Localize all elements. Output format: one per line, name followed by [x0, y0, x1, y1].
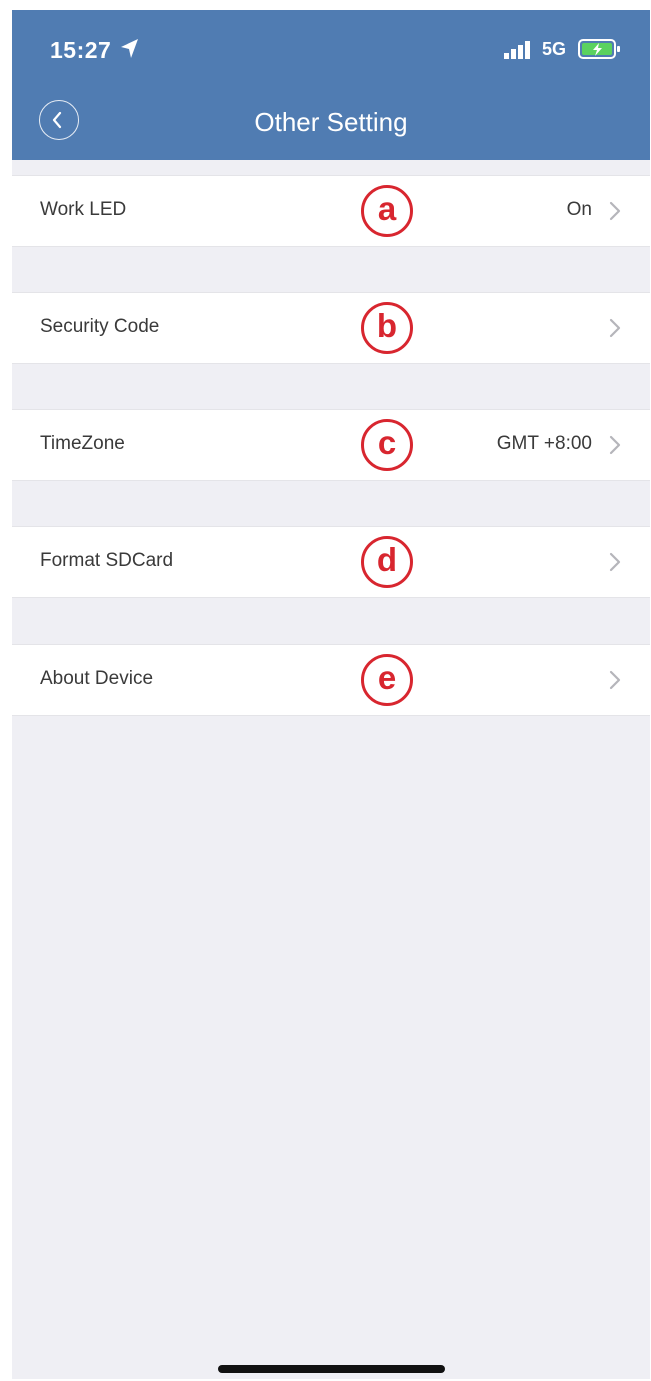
setting-label: About Device: [40, 668, 154, 689]
phone-screen: 15:27 5G Other Setting Work LED a On Sec…: [12, 10, 650, 1379]
chevron-right-icon: [608, 434, 622, 461]
chevron-right-icon: [608, 551, 622, 578]
setting-row-timezone[interactable]: TimeZone c GMT +8:00: [12, 409, 650, 481]
chevron-right-icon: [608, 669, 622, 696]
setting-label: TimeZone: [40, 433, 125, 454]
annotation-marker: d: [361, 536, 413, 588]
chevron-right-icon: [608, 200, 622, 227]
setting-label: Work LED: [40, 199, 127, 220]
annotation-marker: e: [361, 654, 413, 706]
battery-charging-icon: [578, 38, 622, 65]
navigation-header: 15:27 5G Other Setting: [12, 10, 650, 160]
setting-row-format-sdcard[interactable]: Format SDCard d: [12, 526, 650, 598]
network-type: 5G: [542, 39, 567, 59]
page-title: Other Setting: [254, 107, 408, 137]
setting-row-work-led[interactable]: Work LED a On: [12, 175, 650, 247]
annotation-marker: b: [361, 302, 413, 354]
annotation-marker: a: [361, 185, 413, 237]
setting-row-security-code[interactable]: Security Code b: [12, 292, 650, 364]
setting-label: Security Code: [40, 316, 160, 337]
setting-value: On: [566, 199, 592, 220]
setting-value: GMT +8:00: [496, 433, 592, 454]
home-indicator[interactable]: [218, 1365, 445, 1373]
annotation-marker: c: [361, 419, 413, 471]
setting-row-about-device[interactable]: About Device e: [12, 644, 650, 716]
setting-label: Format SDCard: [40, 550, 174, 571]
location-arrow-icon: [120, 38, 140, 65]
status-time: 15:27: [50, 37, 112, 63]
chevron-right-icon: [608, 317, 622, 344]
signal-icon: [504, 40, 534, 65]
